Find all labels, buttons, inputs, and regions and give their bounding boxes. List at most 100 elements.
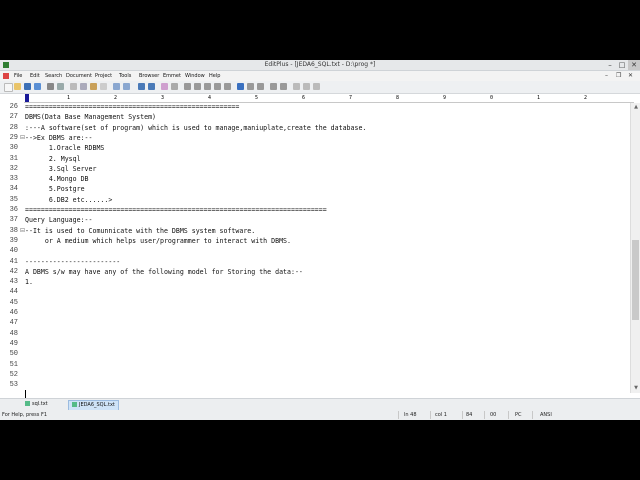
line-number: 47	[9, 319, 18, 328]
status-separator	[430, 411, 431, 419]
line-number: 28	[9, 123, 18, 132]
print-icon[interactable]	[47, 83, 54, 90]
code-line: DBMS(Data Base Management System)	[25, 113, 157, 122]
ruler-number: 2	[584, 95, 588, 101]
menu-browser[interactable]: Browser	[139, 71, 159, 81]
text-editor-area[interactable]: ========================================…	[25, 103, 630, 393]
line-number: 41	[9, 257, 18, 266]
menu-window[interactable]: Window	[185, 71, 205, 81]
save-all-icon[interactable]	[34, 83, 41, 90]
ruler-icon[interactable]	[204, 83, 211, 90]
ruler-number: 5	[255, 95, 259, 101]
scroll-up-icon[interactable]: ▲	[632, 104, 640, 110]
maximize-button[interactable]: □	[616, 60, 628, 70]
menu-edit[interactable]: Edit	[30, 71, 40, 81]
status-help-text: For Help, press F1	[2, 412, 48, 418]
open-folder-icon[interactable]	[14, 83, 21, 90]
line-number: 53	[9, 381, 18, 390]
line-number: 48	[9, 329, 18, 338]
menu-tools[interactable]: Tools	[119, 71, 131, 81]
cliptext-icon[interactable]	[270, 83, 277, 90]
split-window-icon[interactable]	[247, 83, 254, 90]
status-separator	[398, 411, 399, 419]
copy-icon[interactable]	[80, 83, 87, 90]
line-number: 27	[9, 113, 18, 122]
menu-bar: File Edit Search Document Project Tools …	[0, 71, 640, 81]
font-icon[interactable]	[161, 83, 168, 90]
delete-icon[interactable]	[100, 83, 107, 90]
menu-help[interactable]: Help	[209, 71, 220, 81]
redo-icon[interactable]	[148, 83, 155, 90]
vertical-scrollbar[interactable]: ▲ ▼	[630, 103, 640, 393]
user-tools-icon[interactable]	[303, 83, 310, 90]
replace-icon[interactable]	[123, 83, 130, 90]
column-select-icon[interactable]	[214, 83, 221, 90]
code-line: ========================================…	[25, 206, 327, 214]
line-number: 46	[9, 309, 18, 317]
status-line: ln 48	[404, 412, 417, 418]
line-number-icon[interactable]	[194, 83, 201, 90]
ruler-number: 1	[537, 95, 541, 101]
code-line: 1.Oracle RDBMS	[25, 144, 105, 153]
ruler-cursor-marker	[25, 94, 29, 102]
mdi-close-icon[interactable]: ✕	[628, 71, 633, 81]
line-number: 37	[9, 216, 18, 225]
status-separator	[484, 411, 485, 419]
menu-emmet[interactable]: Emmet	[163, 71, 181, 81]
whitespace-icon[interactable]	[224, 83, 231, 90]
close-button[interactable]: ✕	[628, 60, 640, 70]
directory-icon[interactable]	[280, 83, 287, 90]
tab-sql-txt[interactable]: sql.txt	[22, 400, 51, 409]
output-window-icon[interactable]	[257, 83, 264, 90]
status-separator	[532, 411, 533, 419]
line-number: 38	[9, 226, 18, 235]
browser-icon[interactable]	[237, 83, 244, 90]
line-number: 31	[9, 154, 18, 163]
ruler-number: 8	[396, 95, 400, 101]
new-file-icon[interactable]	[4, 83, 13, 92]
line-number: 30	[9, 144, 18, 153]
settings-icon[interactable]	[293, 83, 300, 90]
ruler-number: 0	[490, 95, 494, 101]
scrollbar-thumb[interactable]	[632, 240, 639, 320]
title-bar: EditPlus - [JEDA6_SQL.txt - D:\prog *] –…	[0, 60, 640, 71]
ruler-number: 4	[208, 95, 212, 101]
word-wrap-icon[interactable]	[184, 83, 191, 90]
line-number: 36	[9, 206, 18, 214]
minimize-button[interactable]: –	[604, 60, 616, 70]
editplus-window: EditPlus - [JEDA6_SQL.txt - D:\prog *] –…	[0, 60, 640, 420]
help-icon[interactable]	[313, 83, 320, 90]
paste-icon[interactable]	[90, 83, 97, 90]
status-field: 84	[466, 412, 473, 418]
status-field: 00	[490, 412, 497, 418]
menu-file[interactable]: File	[14, 71, 22, 81]
status-separator	[508, 411, 509, 419]
line-number: 32	[9, 164, 18, 173]
line-number: 45	[9, 298, 18, 307]
find-icon[interactable]	[113, 83, 120, 90]
menu-document[interactable]: Document	[66, 71, 92, 81]
save-icon[interactable]	[24, 83, 31, 90]
code-line: 6.DB2 etc......>	[25, 195, 113, 204]
menu-search[interactable]: Search	[45, 71, 62, 81]
line-number: 26	[9, 103, 18, 111]
text-file-icon	[72, 402, 77, 407]
code-line: or A medium which helps user/programmer …	[25, 236, 291, 245]
menu-project[interactable]: Project	[95, 71, 112, 81]
undo-icon[interactable]	[138, 83, 145, 90]
ruler-number: 1	[67, 95, 71, 101]
print-preview-icon[interactable]	[57, 83, 64, 90]
mdi-restore-icon[interactable]: ❐	[616, 71, 621, 81]
cut-icon[interactable]	[70, 83, 77, 90]
mdi-minimize-icon[interactable]: –	[605, 71, 608, 81]
line-number: 33	[9, 175, 18, 184]
toolbar	[0, 81, 640, 94]
status-column: col 1	[435, 412, 447, 418]
line-number: 35	[9, 195, 18, 204]
line-number: 40	[9, 247, 18, 256]
ruler-number: 7	[349, 95, 353, 101]
indent-icon[interactable]	[171, 83, 178, 90]
line-number: 50	[9, 350, 18, 359]
scroll-down-icon[interactable]: ▼	[632, 385, 640, 391]
code-line: 1.	[25, 278, 33, 287]
